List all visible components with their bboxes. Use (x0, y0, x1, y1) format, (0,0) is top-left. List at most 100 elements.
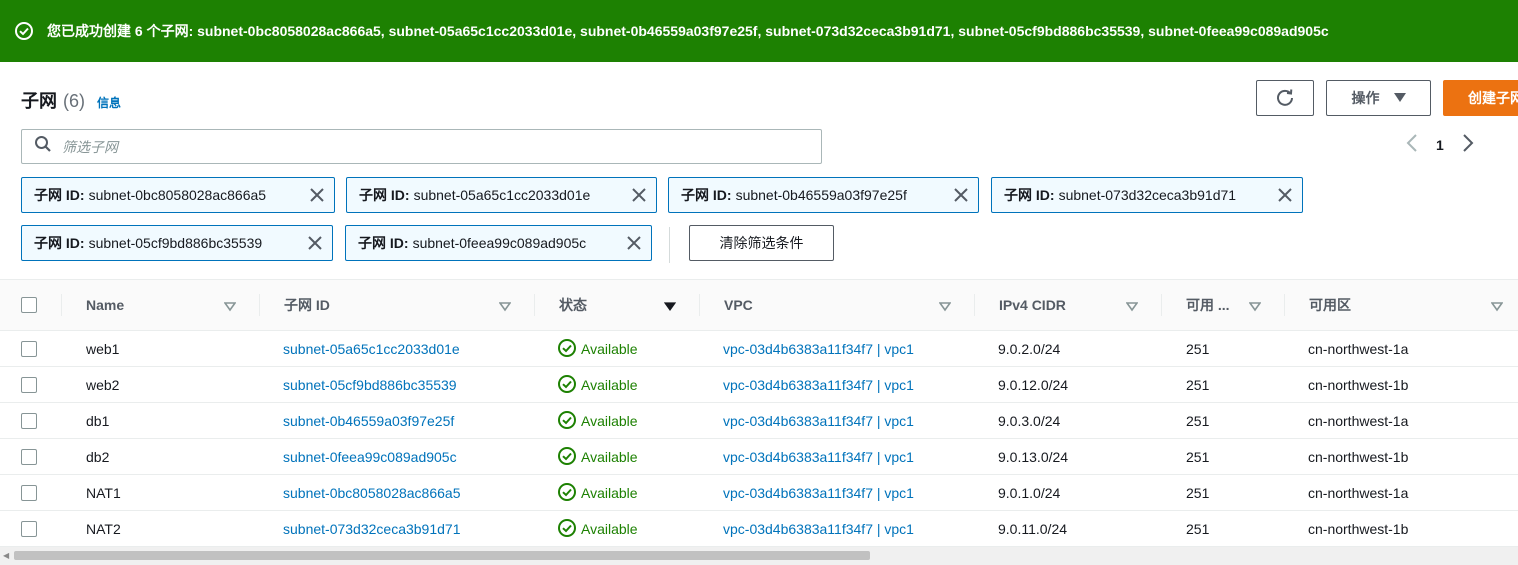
subnet-id-link[interactable]: subnet-05a65c1cc2033d01e (283, 331, 460, 367)
status-cell: Available (558, 403, 638, 439)
column-header-ipv4-cidr[interactable]: IPv4 CIDR (999, 280, 1144, 330)
column-label: VPC (724, 297, 753, 313)
scrollbar-thumb[interactable] (14, 551, 870, 560)
subnet-id-link[interactable]: subnet-05cf9bd886bc35539 (283, 367, 457, 403)
table-row[interactable]: NAT1 subnet-0bc8058028ac866a5 Available … (0, 475, 1518, 511)
subnet-count: (6) (63, 91, 85, 111)
select-all-checkbox[interactable] (21, 280, 37, 330)
column-divider (61, 294, 62, 316)
availability-zone: cn-northwest-1a (1308, 413, 1409, 429)
remove-filter-icon[interactable] (623, 232, 645, 254)
status-cell: Available (558, 367, 638, 403)
column-label: 可用区 (1309, 297, 1351, 313)
filter-search-box[interactable] (21, 129, 822, 164)
subnet-id-link[interactable]: subnet-0b46559a03f97e25f (283, 403, 454, 439)
remove-filter-icon[interactable] (306, 184, 328, 206)
remove-filter-icon[interactable] (304, 232, 326, 254)
clear-filters-button[interactable]: 清除筛选条件 (689, 225, 834, 261)
column-header-availability-zone[interactable]: 可用区 (1309, 280, 1509, 330)
availability-zone: cn-northwest-1a (1308, 341, 1409, 357)
table-header: Name 子网 ID 状态 VPC IPv4 CIDR 可用 ... 可用区 (0, 279, 1518, 331)
scroll-left-arrow-icon[interactable]: ◀ (3, 551, 9, 560)
status-cell: Available (558, 511, 638, 547)
subnet-id-link[interactable]: subnet-073d32ceca3b91d71 (283, 511, 461, 547)
actions-label: 操作 (1351, 90, 1380, 106)
subnet-name: db2 (86, 449, 110, 465)
row-checkbox[interactable] (21, 403, 37, 439)
refresh-button[interactable] (1256, 80, 1314, 116)
column-divider (259, 294, 260, 316)
status-text: Available (581, 341, 638, 357)
available-ips: 251 (1186, 341, 1210, 357)
status-cell: Available (558, 475, 638, 511)
prev-page-icon[interactable] (1406, 133, 1418, 156)
available-ips: 251 (1186, 377, 1210, 393)
subnet-id-link[interactable]: subnet-0feea99c089ad905c (283, 439, 457, 475)
status-text: Available (581, 521, 638, 537)
next-page-icon[interactable] (1462, 133, 1474, 156)
search-icon (34, 135, 52, 158)
sort-icon (1248, 299, 1262, 315)
actions-dropdown-button[interactable]: 操作 (1326, 80, 1431, 116)
table-row[interactable]: db2 subnet-0feea99c089ad905c Available v… (0, 439, 1518, 475)
row-checkbox[interactable] (21, 511, 37, 547)
column-divider (534, 294, 535, 316)
remove-filter-icon[interactable] (1274, 184, 1296, 206)
filter-key: 子网 ID: (681, 187, 732, 203)
filter-subnets-input[interactable] (62, 138, 762, 155)
horizontal-scrollbar[interactable]: ◀ (0, 547, 1518, 565)
remove-filter-icon[interactable] (950, 184, 972, 206)
column-header-vpc[interactable]: VPC (724, 280, 959, 330)
sort-icon (498, 299, 512, 315)
table-row[interactable]: NAT2 subnet-073d32ceca3b91d71 Available … (0, 511, 1518, 547)
filter-chip: 子网 ID: subnet-0b46559a03f97e25f (668, 177, 979, 213)
status-text: Available (581, 485, 638, 501)
subnet-name: web1 (86, 341, 120, 357)
ipv4-cidr: 9.0.11.0/24 (998, 521, 1068, 537)
row-checkbox[interactable] (21, 367, 37, 403)
row-checkbox[interactable] (21, 331, 37, 367)
table-row[interactable]: db1 subnet-0b46559a03f97e25f Available v… (0, 403, 1518, 439)
column-divider (974, 294, 975, 316)
panel-header: 子网 (6) 信息 (21, 87, 121, 113)
refresh-icon (1275, 87, 1295, 110)
available-ips: 251 (1186, 521, 1210, 537)
vpc-link[interactable]: vpc-03d4b6383a11f34f7 | vpc1 (723, 367, 914, 403)
vpc-link[interactable]: vpc-03d4b6383a11f34f7 | vpc1 (723, 331, 914, 367)
column-divider (1284, 294, 1285, 316)
filter-value: subnet-0feea99c089ad905c (412, 235, 587, 251)
availability-zone: cn-northwest-1b (1308, 377, 1409, 393)
vpc-link[interactable]: vpc-03d4b6383a11f34f7 | vpc1 (723, 511, 914, 547)
column-divider (699, 294, 700, 316)
column-header-available-ips[interactable]: 可用 ... (1186, 280, 1271, 330)
status-cell: Available (558, 331, 638, 367)
vpc-link[interactable]: vpc-03d4b6383a11f34f7 | vpc1 (723, 403, 914, 439)
sort-icon (938, 299, 952, 315)
row-checkbox[interactable] (21, 475, 37, 511)
filter-value: subnet-05cf9bd886bc35539 (88, 235, 263, 251)
subnet-id-link[interactable]: subnet-0bc8058028ac866a5 (283, 475, 461, 511)
filter-value: subnet-0b46559a03f97e25f (735, 187, 907, 203)
sort-icon (1125, 299, 1139, 315)
column-header-status[interactable]: 状态 (559, 280, 684, 330)
create-subnet-button[interactable]: 创建子网 (1443, 80, 1518, 116)
table-row[interactable]: web1 subnet-05a65c1cc2033d01e Available … (0, 331, 1518, 367)
filter-value: subnet-0bc8058028ac866a5 (88, 187, 267, 203)
filter-key: 子网 ID: (359, 187, 410, 203)
table-row[interactable]: web2 subnet-05cf9bd886bc35539 Available … (0, 367, 1518, 403)
column-header-name[interactable]: Name (86, 280, 237, 330)
filter-chip: 子网 ID: subnet-05a65c1cc2033d01e (346, 177, 657, 213)
available-check-icon (558, 338, 576, 360)
availability-zone: cn-northwest-1a (1308, 485, 1409, 501)
column-header-subnet-id[interactable]: 子网 ID (284, 280, 514, 330)
row-checkbox[interactable] (21, 439, 37, 475)
vpc-link[interactable]: vpc-03d4b6383a11f34f7 | vpc1 (723, 439, 914, 475)
remove-filter-icon[interactable] (628, 184, 650, 206)
vpc-link[interactable]: vpc-03d4b6383a11f34f7 | vpc1 (723, 475, 914, 511)
caret-down-icon (1393, 90, 1406, 106)
current-page[interactable]: 1 (1436, 137, 1444, 153)
column-divider (1161, 294, 1162, 316)
filter-divider (669, 227, 670, 263)
subnets-panel: 子网 (6) 信息 操作 创建子网 1 子网 ID: subnet-0bc805… (0, 62, 1518, 565)
info-link[interactable]: 信息 (97, 94, 121, 111)
